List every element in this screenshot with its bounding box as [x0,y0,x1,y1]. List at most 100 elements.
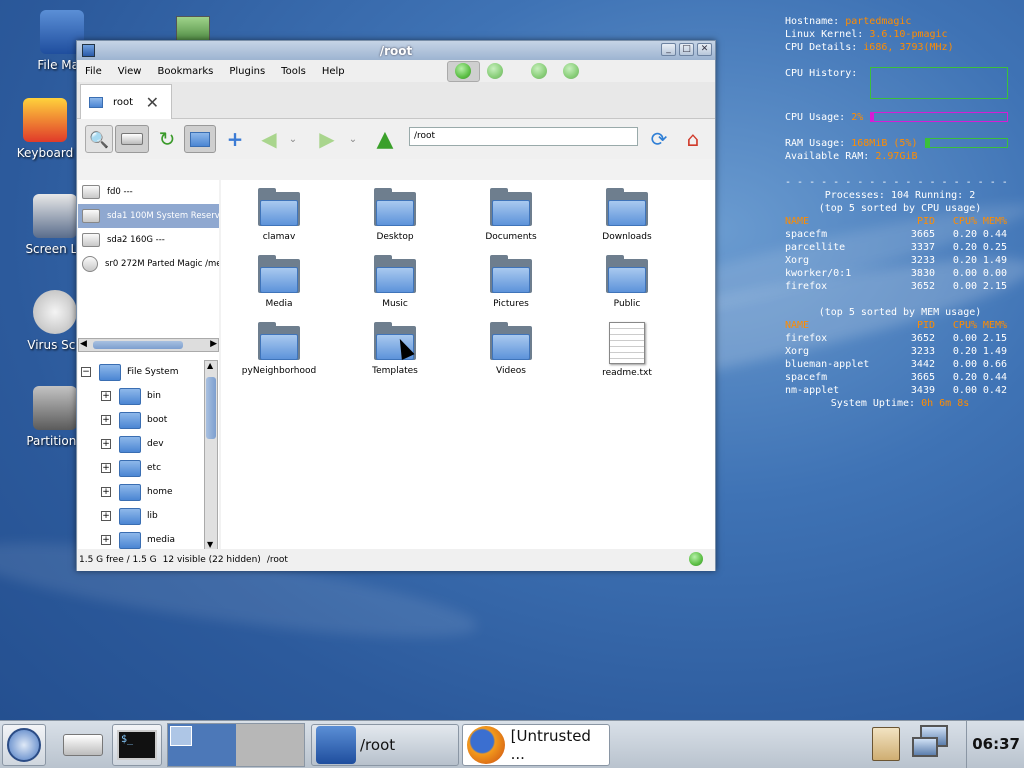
cpu-top-row: spacefm 3665 0.20 0.44 [785,229,1007,240]
task-firefox-window[interactable]: [Untrusted ... [462,724,610,766]
expand-icon[interactable]: + [101,439,111,449]
devices-toggle-button[interactable] [115,125,149,153]
zoom-button[interactable]: 🔍 [85,125,113,153]
tab-close-icon[interactable]: ✕ [146,93,159,112]
tab-bar: root ✕ [77,82,715,119]
scroll-up-icon[interactable]: ▲ [207,361,213,370]
menu-file[interactable]: File [85,66,102,77]
tree-node-home[interactable]: + home [78,480,204,504]
panel-1-icon [455,63,471,79]
maximize-button[interactable]: □ [679,43,694,56]
expand-icon[interactable]: + [101,535,111,545]
folder-icon [119,531,141,549]
device-sda1[interactable]: sda1 100M System Reserved [78,204,219,228]
menu-bookmarks[interactable]: Bookmarks [157,66,213,77]
close-button[interactable]: ✕ [697,43,712,56]
launcher-terminal-button[interactable]: $_ [112,724,162,766]
file-item[interactable]: Music [345,255,445,309]
file-item[interactable]: Public [577,255,677,309]
file-item[interactable]: Videos [461,322,561,376]
drive-icon [82,233,100,247]
file-item[interactable]: Media [229,255,329,309]
file-item[interactable]: Documents [461,188,561,242]
file-name: clamav [262,232,296,242]
title-bar[interactable]: /root _ □ ✕ [77,41,715,60]
tree-node-lib[interactable]: + lib [78,504,204,528]
tree-vertical-scrollbar[interactable]: ▲ ▼ [204,360,218,550]
tree-node-label: lib [147,511,158,521]
status-free-space: 1.5 G free / 1.5 G [79,555,157,565]
folder-icon [258,188,300,226]
tree-node-media[interactable]: + media [78,528,204,550]
device-sr0[interactable]: sr0 272M Parted Magic /me [78,252,219,276]
expand-icon[interactable]: + [101,415,111,425]
device-fd0[interactable]: fd0 --- [78,180,219,204]
scroll-right-icon[interactable]: ▶ [210,339,217,349]
home-button[interactable]: ⌂ [679,125,707,153]
panel-4-button[interactable] [563,63,579,79]
tree-node-label: dev [147,439,164,449]
tree-node-bin[interactable]: + bin [78,384,204,408]
path-input[interactable]: /root [409,127,638,146]
available-ram-value: 2.97GiB [875,151,918,162]
launcher-drive-button[interactable] [58,724,108,766]
tree-node-etc[interactable]: + etc [78,456,204,480]
network-icon[interactable] [912,725,956,763]
tree-node-boot[interactable]: + boot [78,408,204,432]
menu-view[interactable]: View [118,66,142,77]
workspace-1[interactable] [168,724,236,766]
forward-history-dropdown[interactable]: ⌄ [345,125,361,153]
expand-icon[interactable]: + [101,487,111,497]
refresh-button[interactable]: ⟳ [645,125,673,153]
file-item[interactable]: Pictures [461,255,561,309]
processes-line: Processes: 104 Running: 2 [824,190,976,201]
tab-root[interactable]: root ✕ [80,84,172,119]
status-bar: 1.5 G free / 1.5 G 12 visible (22 hidden… [77,549,715,571]
workspace-2[interactable] [236,724,304,766]
scroll-thumb[interactable] [206,377,216,439]
clipboard-icon[interactable] [872,727,900,761]
file-item[interactable]: Downloads [577,188,677,242]
file-item[interactable]: clamav [229,188,329,242]
scroll-down-icon[interactable]: ▼ [207,540,213,549]
cpu-usage-bar [870,112,1008,122]
folder-icon [490,188,532,226]
menu-tools[interactable]: Tools [281,66,306,77]
forward-button[interactable]: ▶ [313,125,341,153]
expand-icon[interactable]: + [101,391,111,401]
tree-node-root[interactable]: − File System [78,360,204,384]
menu-help[interactable]: Help [322,66,345,77]
task-root-window[interactable]: /root [311,724,459,766]
file-item[interactable]: readme.txt [577,322,677,378]
cpu-history-graph [870,67,1008,99]
file-item[interactable]: Desktop [345,188,445,242]
workspace-switcher[interactable] [167,723,305,767]
scroll-left-icon[interactable]: ◀ [80,339,87,349]
file-item[interactable]: pyNeighborhood [229,322,329,376]
expand-icon[interactable]: + [101,511,111,521]
panel-2-button[interactable] [487,63,503,79]
reload-tree-button[interactable]: ↻ [153,125,181,153]
start-menu-button[interactable] [2,724,46,766]
ram-usage-bar-fill [926,139,931,147]
clock[interactable]: 06:37 [972,735,1020,753]
expand-icon[interactable]: + [101,463,111,473]
cpu-top-row: firefox 3652 0.00 2.15 [785,281,1007,292]
device-sda2[interactable]: sda2 160G --- [78,228,219,252]
tree-node-label: etc [147,463,162,473]
back-history-dropdown[interactable]: ⌄ [285,125,301,153]
file-item[interactable]: Templates [345,322,445,376]
file-name: Videos [496,366,526,376]
up-button[interactable]: ▲ [371,125,399,153]
scroll-thumb[interactable] [93,341,183,349]
toolbar: 🔍 ↻ + ◀ ⌄ ▶ ⌄ ▲ /root ⟳ ⌂ [77,119,715,159]
dir-tree-toggle-button[interactable] [184,125,216,153]
new-tab-button[interactable]: + [221,125,249,153]
panel-3-button[interactable] [531,63,547,79]
collapse-icon[interactable]: − [81,367,91,377]
back-button[interactable]: ◀ [255,125,283,153]
devices-horizontal-scrollbar[interactable]: ◀ ▶ [78,338,219,352]
menu-plugins[interactable]: Plugins [229,66,265,77]
tree-node-dev[interactable]: + dev [78,432,204,456]
minimize-button[interactable]: _ [661,43,676,56]
